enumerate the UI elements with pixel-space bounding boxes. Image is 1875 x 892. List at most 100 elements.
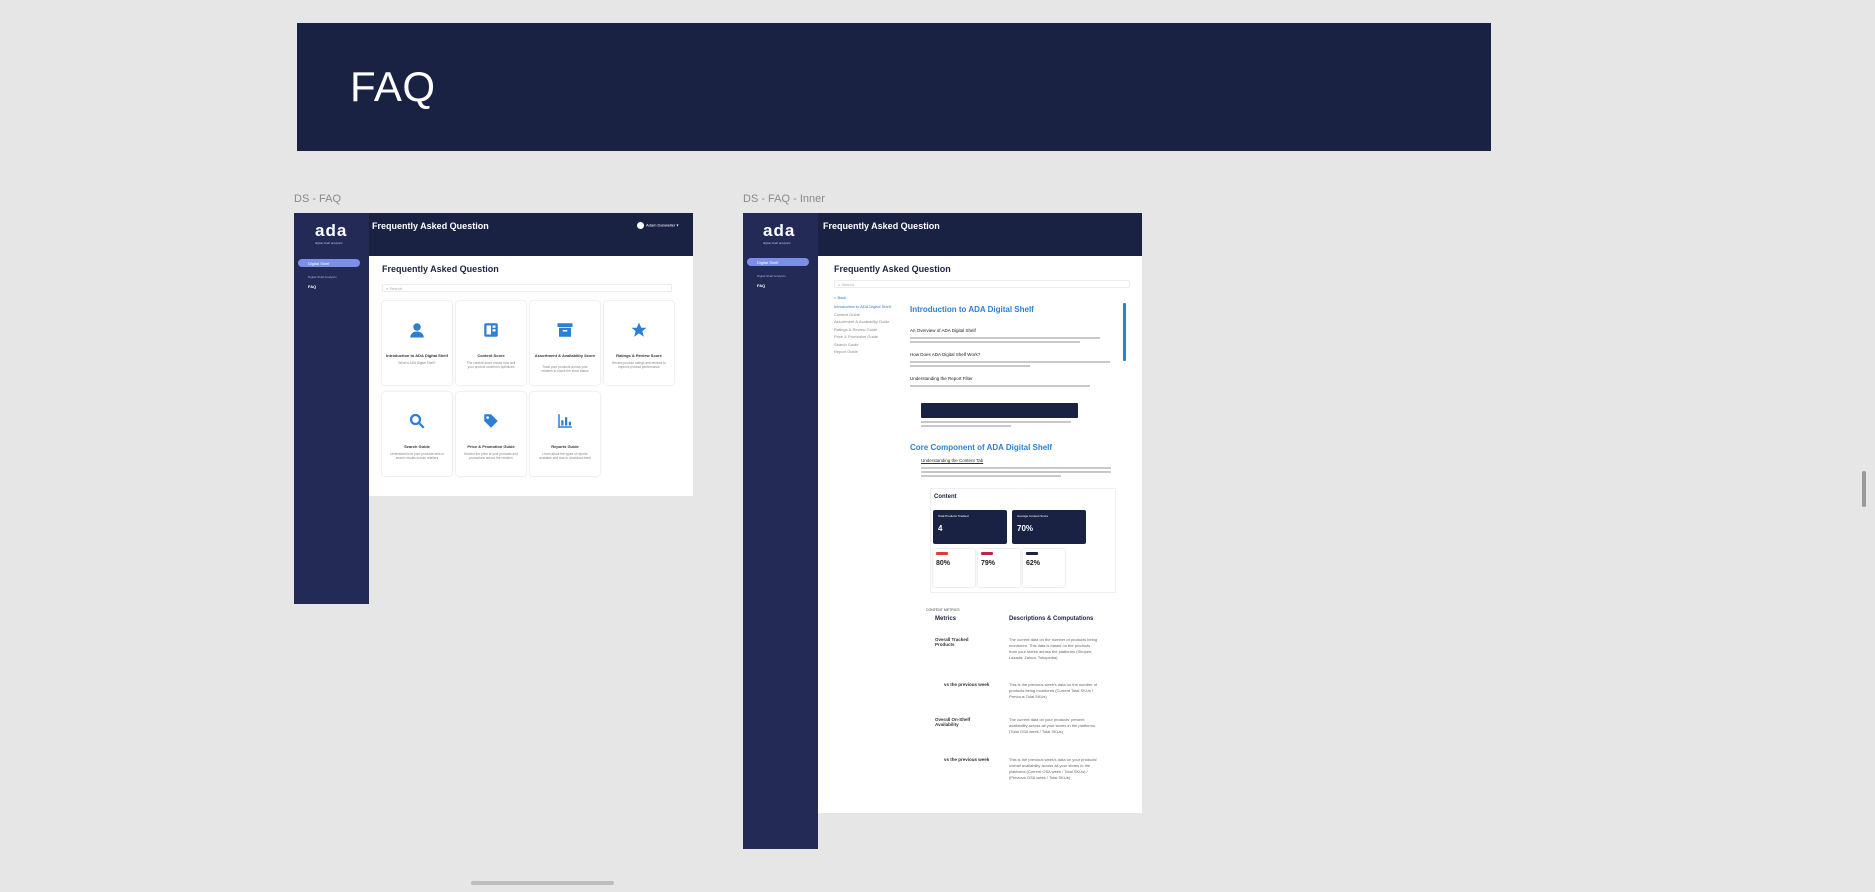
horizontal-scrollbar[interactable] <box>471 881 614 885</box>
user-menu[interactable]: Adam Danweller ▾ <box>637 222 678 229</box>
card-title: Reports Guide <box>551 444 579 449</box>
report-filter-preview <box>921 403 1078 418</box>
nav-item-faq[interactable]: FAQ <box>757 283 765 288</box>
content-dashboard-preview: Content Total Products Tracked 4 Average… <box>930 488 1116 593</box>
search-input[interactable]: ⌕ Search <box>834 280 1130 288</box>
toc-item[interactable]: Price & Promotion Guide <box>834 333 891 341</box>
ada-logo[interactable]: ada <box>763 221 795 241</box>
faq-card-search[interactable]: Search Guide Understand how your product… <box>382 392 452 476</box>
toc-item[interactable]: Introduction to ADA Digital Shelf <box>834 303 891 311</box>
inner-topbar: Frequently Asked Question <box>818 213 1142 256</box>
chart-icon <box>558 414 572 428</box>
table-row-desc: This is the previous week's data on the … <box>1009 682 1097 699</box>
card-title: Search Guide <box>404 444 430 449</box>
mini-score-value: 62% <box>1026 560 1041 567</box>
page-title: Frequently Asked Question <box>834 264 951 274</box>
dashboard-title: Content <box>934 494 957 500</box>
card-title: Content Score <box>477 353 505 358</box>
toc-item[interactable]: Report Guide <box>834 348 891 356</box>
page-title: Frequently Asked Question <box>382 264 499 274</box>
kpi-card: Total Products Tracked 4 <box>933 510 1007 544</box>
card-desc: The content score shows how well your pr… <box>466 361 516 369</box>
mini-score-card: 79% <box>978 549 1020 587</box>
card-title: Introduction to ADA Digital Shelf <box>386 353 448 358</box>
search-placeholder: Search <box>841 282 855 287</box>
content-icon <box>484 323 498 337</box>
nav-item-digital-shelf[interactable]: Digital Shelf <box>298 259 360 267</box>
nav-item-label: Digital Shelf <box>308 261 330 266</box>
toc-item[interactable]: Ratings & Review Guide <box>834 326 891 334</box>
search-icon: ⌕ <box>386 286 389 291</box>
user-name: Adam Danweller <box>646 222 676 228</box>
mini-score-value: 80% <box>936 560 951 567</box>
avatar <box>637 222 644 229</box>
logo-tagline: digital shelf analytics <box>315 241 343 245</box>
nav-item-label: Digital Shelf <box>757 260 779 265</box>
nav-sub-analytics[interactable]: Digital Shelf Analytics <box>308 275 337 279</box>
table-row-metric: Overall On-Shelf Availability <box>935 717 971 727</box>
banner-title: FAQ <box>350 63 436 110</box>
table-of-contents: Introduction to ADA Digital Shelf Conten… <box>834 303 891 356</box>
nav-item-faq[interactable]: FAQ <box>308 284 316 289</box>
question-filter: Understanding the Report Filter <box>910 376 973 381</box>
faq-card-price[interactable]: Price & Promotion Guide Monitor the pric… <box>456 392 526 476</box>
faq-content: Frequently Asked Question ⌕ Search Intro… <box>369 256 693 496</box>
faq-card-introduction[interactable]: Introduction to ADA Digital Shelf What i… <box>382 301 452 385</box>
search-icon: ⌕ <box>838 282 841 287</box>
kpi-value: 70% <box>1017 524 1034 533</box>
frame-label-faq[interactable]: DS - FAQ <box>294 193 341 205</box>
col-descriptions: Descriptions & Computations <box>1009 616 1094 622</box>
nav-item-digital-shelf[interactable]: Digital Shelf <box>747 258 809 266</box>
table-caption: CONTENT METRICS <box>926 608 960 612</box>
nav-sub-analytics[interactable]: Digital Shelf Analytics <box>757 274 786 278</box>
kpi-label: Total Products Tracked <box>938 514 969 518</box>
ada-logo[interactable]: ada <box>315 221 347 241</box>
search-icon <box>409 413 425 429</box>
faq-card-ratings[interactable]: Ratings & Review Score Review product ra… <box>604 301 674 385</box>
topbar-title: Frequently Asked Question <box>823 221 940 231</box>
card-desc: Review product ratings and reviews to im… <box>612 361 666 369</box>
topbar-title: Frequently Asked Question <box>372 221 489 231</box>
faq-card-content-score[interactable]: Content Score The content score shows ho… <box>456 301 526 385</box>
card-desc: Understand how your products rank in sea… <box>390 452 444 460</box>
section-title-core: Core Component of ADA Digital Shelf <box>910 443 1053 452</box>
back-link[interactable]: < Back <box>834 294 846 302</box>
faq-banner: FAQ <box>297 23 1491 151</box>
card-title: Price & Promotion Guide <box>467 444 515 449</box>
toc-item[interactable]: Assortment & Availability Guide <box>834 318 891 326</box>
link-content-tab[interactable]: Understanding the Content Tab <box>921 458 983 463</box>
kpi-value: 4 <box>938 524 943 533</box>
tag-icon <box>484 414 498 428</box>
card-desc: Monitor the price of your products and p… <box>464 452 518 460</box>
inner-sidebar: ada digital shelf analytics Digital Shel… <box>743 213 818 849</box>
card-desc: Track your products across your retailer… <box>541 365 589 373</box>
question-how: How Does ADA Digital Shelf Work? <box>910 352 981 357</box>
table-row-metric: vs the previous week <box>944 757 990 762</box>
person-icon <box>410 323 424 338</box>
card-desc: Learn about the types of reports availab… <box>539 452 591 460</box>
faq-card-reports[interactable]: Reports Guide Learn about the types of r… <box>530 392 600 476</box>
card-title: Ratings & Review Score <box>616 353 662 358</box>
toc-item[interactable]: Search Guide <box>834 341 891 349</box>
mini-score-card: 80% <box>933 549 975 587</box>
faq-card-assortment[interactable]: Assortment & Availability Score Track yo… <box>530 301 600 385</box>
question-overview: An Overview of ADA Digital Shelf <box>910 328 976 333</box>
card-desc: What is ADA Digital Shelf? <box>398 361 436 365</box>
mini-score-value: 79% <box>981 560 996 567</box>
kpi-label: Average Content Score <box>1017 514 1049 518</box>
archive-icon <box>557 323 573 337</box>
section-title-intro: Introduction to ADA Digital Shelf <box>910 305 1034 314</box>
col-metrics: Metrics <box>935 616 957 622</box>
search-placeholder: Search <box>389 286 403 291</box>
table-row-desc: The current data on the number of produc… <box>1009 637 1098 660</box>
toc-item[interactable]: Content Guide <box>834 311 891 319</box>
table-row-desc: The current data on your products' perce… <box>1009 717 1096 734</box>
content-scrollbar[interactable] <box>1123 303 1126 361</box>
table-row-desc: This is the previous week's data on your… <box>1009 757 1098 780</box>
frame-label-inner[interactable]: DS - FAQ - Inner <box>743 193 825 205</box>
logo-tagline: digital shelf analytics <box>763 241 791 245</box>
card-title: Assortment & Availability Score <box>534 353 596 358</box>
faq-topbar: Frequently Asked Question Adam Danweller… <box>369 213 693 256</box>
search-input[interactable]: ⌕ Search <box>382 284 672 292</box>
vertical-scrollbar[interactable] <box>1862 471 1866 507</box>
